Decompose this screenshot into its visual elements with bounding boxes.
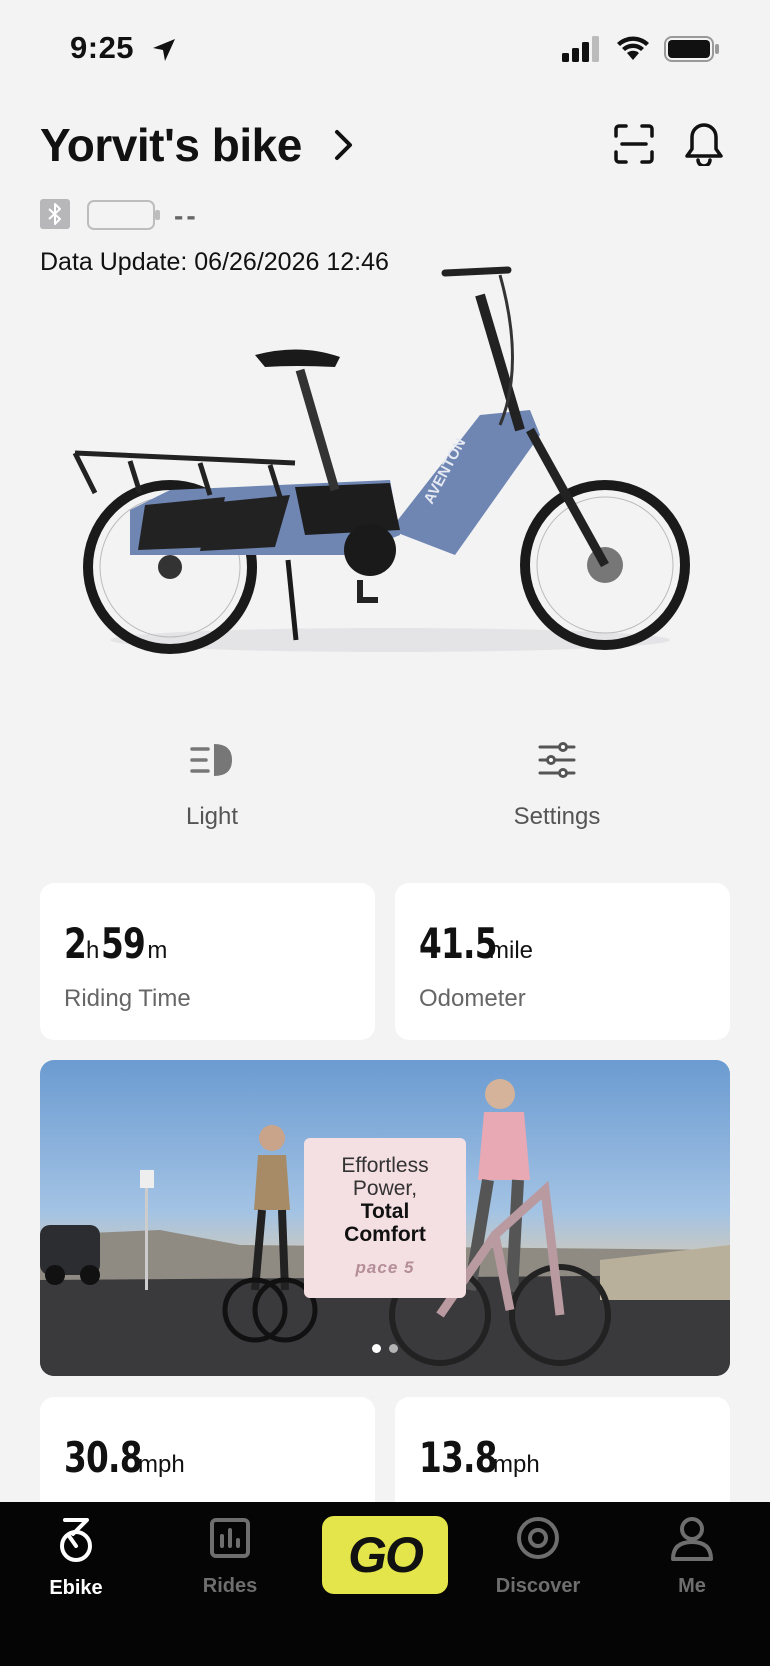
promo-brand-logo: pace 5: [355, 1258, 415, 1277]
avg-speed-value: 13.8 mph: [419, 1433, 540, 1482]
tab-rides[interactable]: Rides: [170, 1514, 290, 1598]
status-bar: 9:25: [0, 0, 770, 100]
riding-time-card[interactable]: 2 h 59 m Riding Time: [40, 883, 375, 1040]
carousel-pagination: [372, 1344, 398, 1353]
discover-icon: [517, 1517, 559, 1559]
odometer-caption: Odometer: [419, 985, 526, 1012]
bell-icon[interactable]: [682, 120, 726, 166]
settings-button[interactable]: Settings: [457, 740, 657, 831]
promo-line-4: Comfort: [344, 1223, 426, 1246]
tab-me-label: Me: [678, 1575, 706, 1597]
promo-banner[interactable]: Effortless Power, Total Comfort pace 5: [40, 1060, 730, 1376]
max-speed-card[interactable]: 30.8 mph: [40, 1397, 375, 1517]
settings-label: Settings: [513, 803, 601, 830]
riding-minutes-unit: m: [147, 937, 168, 964]
avg-speed-number: 13.8: [419, 1433, 497, 1482]
status-time: 9:25: [70, 30, 135, 65]
rides-chart-icon: [210, 1518, 250, 1558]
tab-discover-label: Discover: [495, 1575, 581, 1597]
bike-header: Yorvit's bike: [40, 112, 730, 180]
scan-icon[interactable]: [612, 122, 656, 166]
avg-speed-unit: mph: [493, 1451, 540, 1478]
tab-rides-label: Rides: [202, 1575, 258, 1597]
go-label: GO: [348, 1527, 424, 1583]
light-button[interactable]: Light: [112, 740, 312, 831]
connection-status: --: [40, 196, 440, 232]
riding-minutes: 59: [101, 919, 146, 968]
riding-time-value: 2 h 59 m: [64, 919, 167, 968]
carousel-dot-2[interactable]: [389, 1344, 398, 1353]
battery-full-icon: [664, 36, 719, 62]
go-button[interactable]: GO: [322, 1516, 448, 1594]
sliders-icon: [538, 742, 576, 778]
light-label: Light: [185, 803, 239, 830]
profile-icon: [671, 1517, 713, 1561]
odometer-value: 41.5 mile: [419, 919, 533, 968]
cellular-signal-icon: [562, 36, 599, 62]
bottom-tab-bar: Ebike Rides GO Discover Me: [0, 1502, 770, 1666]
avg-speed-card[interactable]: 13.8 mph: [395, 1397, 730, 1517]
bluetooth-icon: [40, 199, 70, 229]
promo-text-box: Effortless Power, Total Comfort pace 5: [304, 1138, 466, 1298]
bike-name-title[interactable]: Yorvit's bike: [40, 118, 302, 172]
battery-level-text: --: [174, 200, 199, 231]
headlight-icon: [190, 744, 232, 776]
bike-image: AVENTON: [72, 266, 690, 654]
tab-ebike[interactable]: Ebike: [16, 1514, 136, 1600]
wifi-icon: [617, 36, 649, 60]
riding-hours: 2: [64, 919, 87, 968]
promo-line-1: Effortless: [341, 1154, 429, 1177]
riding-time-caption: Riding Time: [64, 985, 191, 1012]
carousel-dot-1[interactable]: [372, 1344, 381, 1353]
ebike-icon: [60, 1518, 92, 1562]
max-speed-number: 30.8: [64, 1433, 142, 1482]
max-speed-value: 30.8 mph: [64, 1433, 185, 1482]
tab-ebike-label: Ebike: [49, 1577, 103, 1599]
odometer-number: 41.5: [419, 919, 497, 968]
odometer-card[interactable]: 41.5 mile Odometer: [395, 883, 730, 1040]
bike-battery-icon: [87, 200, 160, 230]
max-speed-unit: mph: [138, 1451, 185, 1478]
promo-line-2: Power,: [352, 1177, 418, 1200]
riding-hours-unit: h: [86, 937, 100, 964]
tab-me[interactable]: Me: [632, 1514, 752, 1598]
tab-discover[interactable]: Discover: [478, 1514, 598, 1598]
location-arrow-icon: [153, 39, 175, 61]
chevron-right-icon[interactable]: [332, 128, 356, 162]
promo-line-3: Total: [360, 1200, 410, 1223]
